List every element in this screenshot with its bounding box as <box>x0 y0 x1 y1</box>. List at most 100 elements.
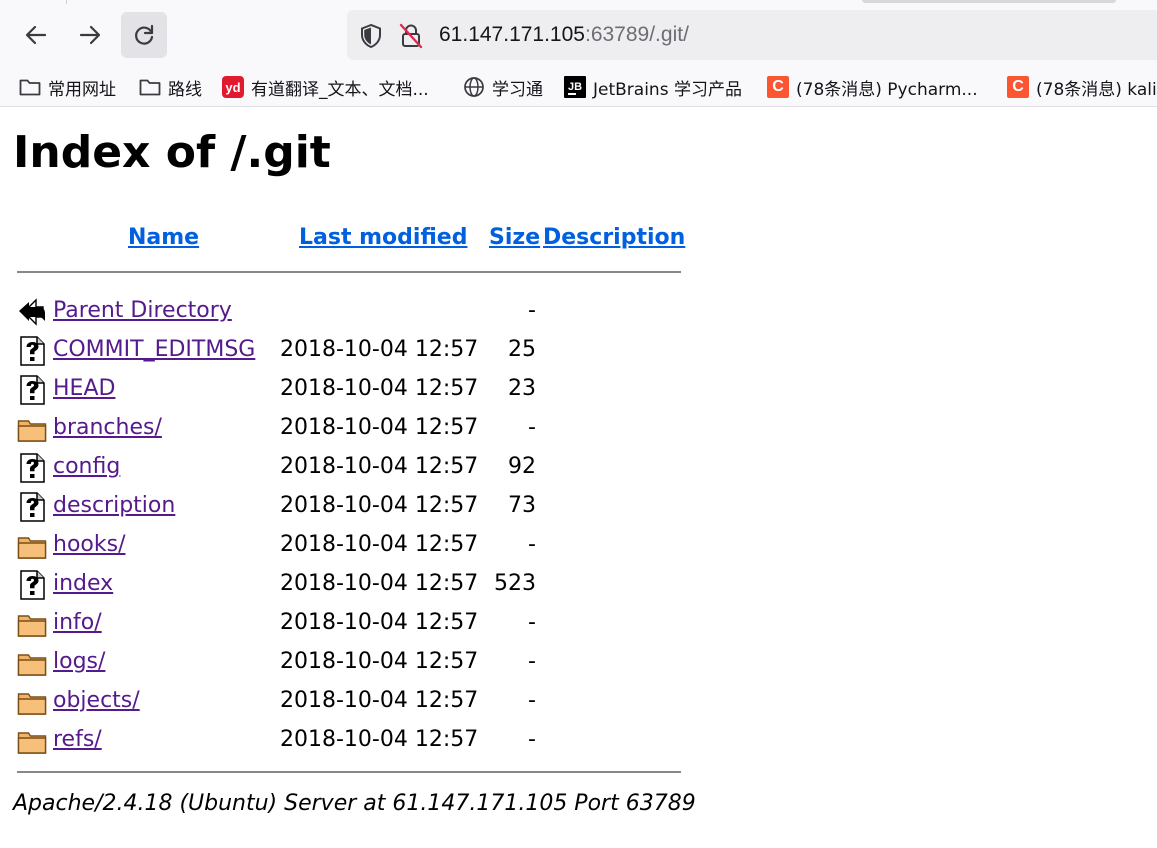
last-modified-cell: 2018-10-04 12:57 <box>280 337 479 362</box>
table-row: refs/2018-10-04 12:57 - <box>0 722 700 761</box>
folder-icon <box>17 531 47 561</box>
file-link[interactable]: HEAD <box>53 374 115 404</box>
file-link[interactable]: branches/ <box>53 413 162 443</box>
reload-button[interactable] <box>121 12 167 58</box>
bookmark-label: (78条消息) Pycharm... <box>796 79 978 100</box>
table-row: description 2018-10-04 12:57 73 <box>0 488 700 527</box>
last-modified-cell: 2018-10-04 12:57 <box>280 610 479 635</box>
folder-icon <box>17 726 47 756</box>
csdn-icon: C <box>1007 76 1029 98</box>
tab-divider <box>66 0 67 4</box>
unknown-file-icon <box>17 570 47 600</box>
bookmark-label: 有道翻译_文本、文档... <box>251 79 429 100</box>
last-modified-cell: 2018-10-04 12:57 <box>280 727 479 752</box>
insecure-lock-icon[interactable] <box>398 22 424 50</box>
bookmark-label: 常用网址 <box>48 79 116 100</box>
bookmark-label: 学习通 <box>492 79 543 100</box>
table-row: logs/2018-10-04 12:57 - <box>0 644 700 683</box>
navigation-toolbar: 61.147.171.105:63789/.git/ <box>0 10 1157 60</box>
bookmark-label: (78条消息) kali <box>1036 79 1157 100</box>
bookmarks-toolbar: 常用网址 路线 yd 有道翻译_文本、文档... 学习通 JB JetBrain… <box>0 70 1157 104</box>
back-button[interactable] <box>13 12 59 58</box>
reload-icon <box>135 24 154 45</box>
unknown-file-icon <box>17 492 47 522</box>
address-bar[interactable]: 61.147.171.105:63789/.git/ <box>347 10 1157 60</box>
last-modified-cell: 2018-10-04 12:57 <box>280 649 479 674</box>
file-link[interactable]: hooks/ <box>53 530 125 560</box>
table-row: objects/2018-10-04 12:57 - <box>0 683 700 722</box>
file-link[interactable]: refs/ <box>53 725 102 755</box>
browser-chrome: 61.147.171.105:63789/.git/ 常用网址 路线 yd 有道… <box>0 0 1157 107</box>
parent-directory-link[interactable]: Parent Directory <box>53 296 232 326</box>
folder-icon <box>17 414 47 444</box>
forward-arrow-icon <box>79 25 101 45</box>
bookmark-label: JetBrains 学习产品 <box>593 79 742 100</box>
table-row: info/2018-10-04 12:57 - <box>0 605 700 644</box>
header-divider <box>17 271 681 273</box>
bookmark-xuexitong[interactable]: 学习通 <box>463 73 543 101</box>
back-arrow-icon <box>17 297 47 327</box>
folder-icon <box>17 648 47 678</box>
sort-by-description-link[interactable]: Description <box>543 223 685 253</box>
size-cell: - <box>528 532 536 557</box>
url-host: 61.147.171.105 <box>439 23 585 46</box>
last-modified-cell: 2018-10-04 12:57 <box>280 688 479 713</box>
size-cell: - <box>528 298 536 323</box>
file-link[interactable]: config <box>53 452 120 482</box>
bookmark-folder-routes[interactable]: 路线 <box>139 73 202 101</box>
folder-icon <box>17 609 47 639</box>
file-link[interactable]: logs/ <box>53 647 105 677</box>
size-cell: 523 <box>494 571 536 596</box>
parent-directory-row: Parent Directory - <box>0 293 700 332</box>
bookmark-jetbrains[interactable]: JB JetBrains 学习产品 <box>564 73 742 101</box>
bookmark-folder-common[interactable]: 常用网址 <box>19 73 116 101</box>
sort-by-last-modified-link[interactable]: Last modified <box>299 223 467 253</box>
size-cell: - <box>528 727 536 752</box>
size-cell: 73 <box>508 493 536 518</box>
last-modified-cell: 2018-10-04 12:57 <box>280 571 479 596</box>
bookmark-youdao[interactable]: yd 有道翻译_文本、文档... <box>222 73 429 101</box>
size-cell: - <box>528 610 536 635</box>
table-row: index 2018-10-04 12:57 523 <box>0 566 700 605</box>
csdn-icon: C <box>767 76 789 98</box>
last-modified-cell: 2018-10-04 12:57 <box>280 454 479 479</box>
tab-strip <box>0 0 1157 4</box>
file-link[interactable]: index <box>53 569 113 599</box>
table-row: config 2018-10-04 12:57 92 <box>0 449 700 488</box>
file-link[interactable]: COMMIT_EDITMSG <box>53 335 255 365</box>
jetbrains-icon: JB <box>564 76 586 98</box>
server-signature: Apache/2.4.18 (Ubuntu) Server at 61.147.… <box>13 791 696 816</box>
size-cell: - <box>528 415 536 440</box>
size-cell: - <box>528 649 536 674</box>
shield-icon[interactable] <box>359 23 383 49</box>
sort-by-name-link[interactable]: Name <box>128 223 199 253</box>
page-content: Index of /.git Name Last modified Size D… <box>0 107 1157 848</box>
unknown-file-icon <box>17 375 47 405</box>
folder-icon <box>19 76 41 98</box>
sort-by-size-link[interactable]: Size <box>489 223 540 253</box>
last-modified-cell: 2018-10-04 12:57 <box>280 532 479 557</box>
page-title: Index of /.git <box>13 127 331 178</box>
youdao-icon: yd <box>222 76 244 98</box>
back-arrow-icon <box>25 25 47 45</box>
unknown-file-icon <box>17 453 47 483</box>
table-row: HEAD 2018-10-04 12:57 23 <box>0 371 700 410</box>
file-link[interactable]: description <box>53 491 175 521</box>
url-text[interactable]: 61.147.171.105:63789/.git/ <box>439 22 689 48</box>
last-modified-cell: 2018-10-04 12:57 <box>280 493 479 518</box>
globe-icon <box>463 76 485 98</box>
bookmark-csdn-kali[interactable]: C (78条消息) kali <box>1007 73 1157 101</box>
file-link[interactable]: info/ <box>53 608 102 638</box>
folder-icon <box>17 687 47 717</box>
size-cell: 25 <box>508 337 536 362</box>
table-row: hooks/2018-10-04 12:57 - <box>0 527 700 566</box>
table-row: COMMIT_EDITMSG 2018-10-04 12:57 25 <box>0 332 700 371</box>
last-modified-cell: 2018-10-04 12:57 <box>280 415 479 440</box>
footer-divider <box>17 771 681 773</box>
forward-button[interactable] <box>67 12 113 58</box>
unknown-file-icon <box>17 336 47 366</box>
file-link[interactable]: objects/ <box>53 686 140 716</box>
active-tab-edge[interactable] <box>862 0 1116 3</box>
last-modified-cell: 2018-10-04 12:57 <box>280 376 479 401</box>
bookmark-csdn-pycharm[interactable]: C (78条消息) Pycharm... <box>767 73 978 101</box>
